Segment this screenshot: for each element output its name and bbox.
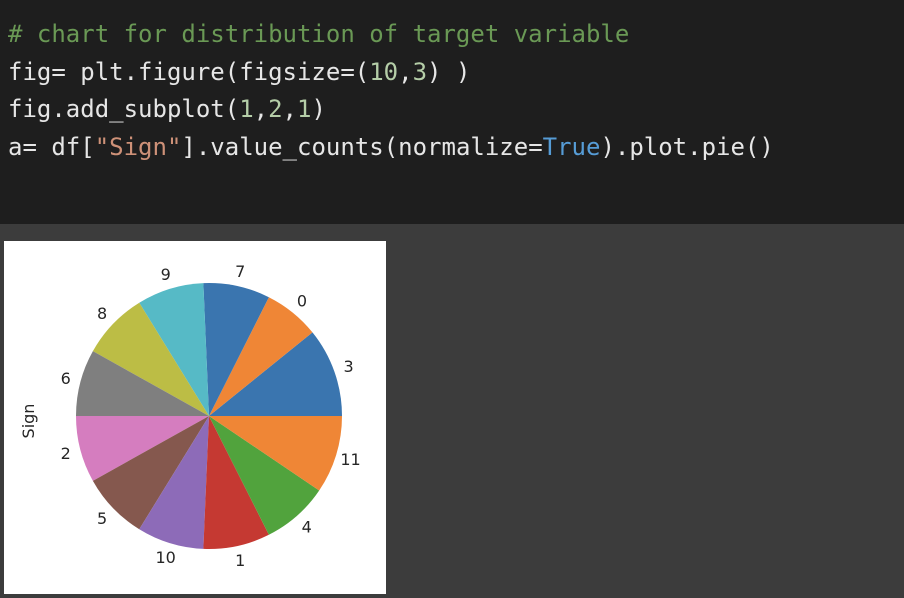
code-line-1: # chart for distribution of target varia… [8,20,629,48]
code-line-2: fig= plt.figure(figsize=(10,3) ) [8,58,470,86]
y-axis-label: Sign [19,404,38,439]
code-keyword: True [542,133,601,161]
code-token: ).plot.pie() [600,133,774,161]
pie-label-8: 8 [97,304,107,323]
code-number: 1 [239,95,254,123]
pie-label-4: 4 [302,518,312,537]
pie-label-7: 7 [235,262,245,281]
code-token: , [398,58,413,86]
code-number: 10 [369,58,399,86]
code-token: ) [311,95,326,123]
code-string: "Sign" [94,133,182,161]
code-token: ].value_counts(normalize= [181,133,543,161]
code-line-4: a= df["Sign"].value_counts(normalize=Tru… [8,133,774,161]
pie-chart: Sign 3 0 7 9 8 6 2 5 10 1 4 11 [4,241,386,594]
pie-label-2: 2 [61,444,71,463]
code-comment: # chart for distribution of target varia… [8,20,630,48]
pie-label-10: 10 [155,548,175,567]
code-number: 3 [412,58,428,86]
pie-label-9: 9 [161,265,171,284]
code-token: , [253,95,269,123]
code-token: ) ) [427,58,471,86]
code-number: 2 [268,95,283,123]
pie-label-5: 5 [97,509,107,528]
pie-label-0: 0 [297,291,307,310]
code-token: , [282,95,297,123]
code-line-3: fig.add_subplot(1,2,1) [8,95,326,123]
pie-chart-svg: Sign 3 0 7 9 8 6 2 5 10 1 4 11 [19,262,361,570]
code-number: 1 [297,95,312,123]
code-token: fig.add_subplot( [8,95,240,123]
code-token: fig= plt.figure(figsize=( [8,58,370,86]
pie-label-11: 11 [340,450,360,469]
pie-label-1: 1 [235,551,245,570]
code-token: a= df[ [8,133,95,161]
pie-label-6: 6 [61,369,71,388]
code-cell[interactable]: # chart for distribution of target varia… [0,0,904,224]
pie-label-3: 3 [343,357,353,376]
